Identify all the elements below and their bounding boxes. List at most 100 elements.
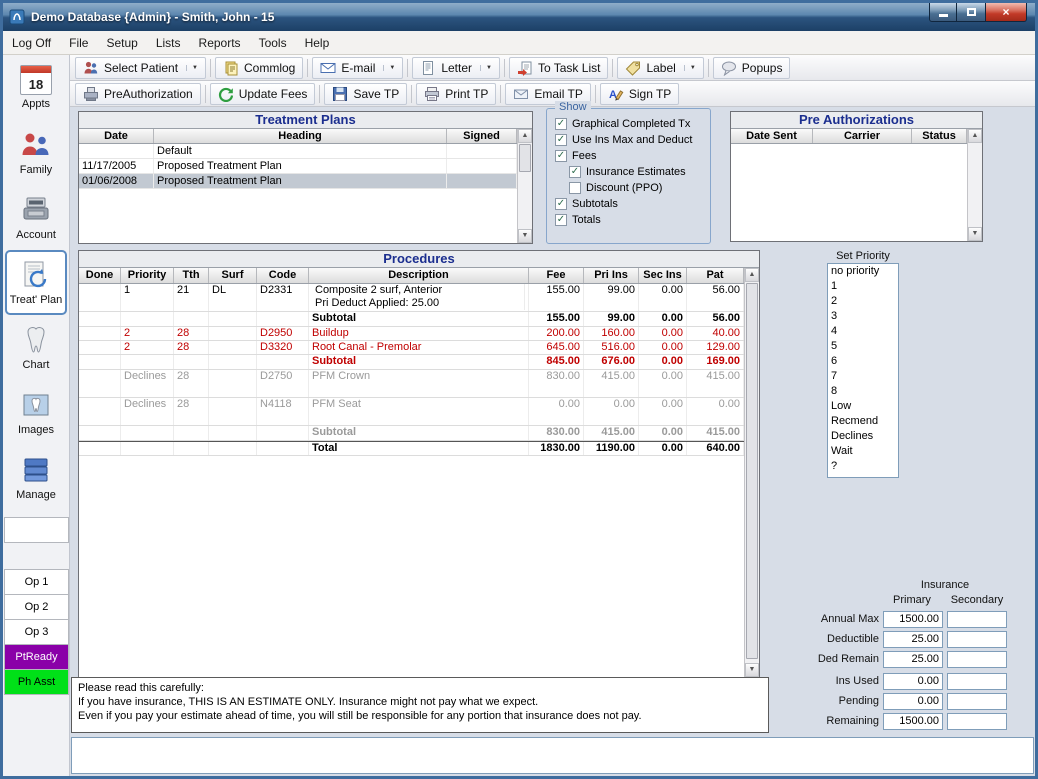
letter-button[interactable]: Letter ▼ [412,57,500,79]
menu-item-file[interactable]: File [60,33,97,53]
menu-item-tools[interactable]: Tools [250,33,296,53]
scrollbar[interactable]: ▲ ▼ [967,129,982,241]
procedure-row[interactable]: 2 28 D3320 Root Canal - Premolar 645.00 … [79,341,744,355]
chevron-down-icon[interactable]: ▼ [684,65,696,71]
ded-remain-secondary-field[interactable] [947,651,1007,668]
column-header[interactable]: Priority [121,268,174,283]
procedure-row[interactable]: 1 21 DL D2331 Composite 2 surf, Anterior… [79,284,744,312]
op-button-1[interactable]: Op 1 [4,569,69,595]
column-header[interactable]: Sec Ins [639,268,687,283]
deductible-primary-field[interactable]: 25.00 [883,631,943,648]
maximize-button[interactable] [957,3,985,22]
sidebar-item-manage[interactable]: Manage [5,445,67,510]
checkbox-discount-ppo[interactable]: Discount (PPO) [569,180,710,196]
checkbox-graphical-completed-tx[interactable]: ✓ Graphical Completed Tx [555,116,710,132]
column-header[interactable]: Description [309,268,529,283]
scroll-thumb[interactable] [746,283,758,659]
priority-option[interactable]: 4 [828,324,898,339]
treatment-plan-row-selected[interactable]: 01/06/2008 Proposed Treatment Plan [79,174,517,189]
ins-used-primary-field[interactable]: 0.00 [883,673,943,690]
label-button[interactable]: Label ▼ [617,57,703,79]
column-header[interactable]: Pri Ins [584,268,639,283]
priority-option[interactable]: Low [828,399,898,414]
scroll-thumb[interactable] [519,144,531,172]
checkbox-insurance-estimates[interactable]: ✓ Insurance Estimates [569,164,710,180]
annual-max-primary-field[interactable]: 1500.00 [883,611,943,628]
chevron-down-icon[interactable]: ▼ [383,65,395,71]
procedure-row[interactable]: Declines 28 N4118 PFM Seat 0.00 0.00 0.0… [79,398,744,426]
priority-option[interactable]: 7 [828,369,898,384]
sidebar-item-appts[interactable]: 18 Appts [5,55,67,120]
select-patient-button[interactable]: Select Patient ▼ [75,57,206,79]
priority-option[interactable]: Wait [828,444,898,459]
checkbox-fees[interactable]: ✓ Fees [555,148,710,164]
priority-option[interactable]: ? [828,459,898,474]
column-header[interactable]: Signed [447,129,517,143]
commlog-button[interactable]: Commlog [215,57,303,79]
priority-option[interactable]: Recmend [828,414,898,429]
checkbox-subtotals[interactable]: ✓ Subtotals [555,196,710,212]
priority-option[interactable]: no priority [828,264,898,279]
scroll-down-icon[interactable]: ▼ [518,229,532,243]
print-tp-button[interactable]: Print TP [416,83,496,105]
sign-tp-button[interactable]: A Sign TP [600,83,679,105]
procedure-row[interactable]: 2 28 D2950 Buildup 200.00 160.00 0.00 40… [79,327,744,341]
scroll-up-icon[interactable]: ▲ [968,129,982,143]
sidebar-item-account[interactable]: Account [5,185,67,250]
close-button[interactable]: × [985,3,1027,22]
priority-option[interactable]: Declines [828,429,898,444]
deductible-secondary-field[interactable] [947,631,1007,648]
scrollbar[interactable]: ▲ ▼ [517,129,532,243]
remaining-primary-field[interactable]: 1500.00 [883,713,943,730]
sidebar-item-chart[interactable]: Chart [5,315,67,380]
column-header[interactable]: Code [257,268,309,283]
column-header[interactable]: Heading [154,129,447,143]
column-header[interactable]: Carrier [813,129,912,143]
save-tp-button[interactable]: Save TP [324,83,407,105]
popups-button[interactable]: Popups [713,57,791,79]
ded-remain-primary-field[interactable]: 25.00 [883,651,943,668]
priority-option[interactable]: 6 [828,354,898,369]
scroll-up-icon[interactable]: ▲ [745,268,759,282]
priority-option[interactable]: 5 [828,339,898,354]
column-header[interactable]: Status [912,129,967,143]
sidebar-item-family[interactable]: Family [5,120,67,185]
procedure-row[interactable]: Declines 28 D2750 PFM Crown 830.00 415.0… [79,370,744,398]
column-header[interactable]: Fee [529,268,584,283]
to-task-list-button[interactable]: To Task List [509,57,608,79]
priority-option[interactable]: 1 [828,279,898,294]
priority-option[interactable]: 2 [828,294,898,309]
column-header[interactable]: Date [79,129,154,143]
column-header[interactable]: Pat [687,268,744,283]
chevron-down-icon[interactable]: ▼ [480,65,492,71]
checkbox-totals[interactable]: ✓ Totals [555,212,710,228]
set-priority-list[interactable]: no priority 1 2 3 4 5 6 7 8 Low Recmend … [827,263,899,478]
menu-item-setup[interactable]: Setup [97,33,146,53]
scroll-up-icon[interactable]: ▲ [518,129,532,143]
scrollbar[interactable]: ▲ ▼ [744,268,759,677]
column-header[interactable]: Tth [174,268,209,283]
plan-note-input[interactable] [71,737,1034,774]
scroll-down-icon[interactable]: ▼ [745,663,759,677]
chevron-down-icon[interactable]: ▼ [186,65,198,71]
priority-option[interactable]: 8 [828,384,898,399]
op-button-3[interactable]: Op 3 [4,619,69,645]
remaining-secondary-field[interactable] [947,713,1007,730]
preauthorization-button[interactable]: PreAuthorization [75,83,201,105]
menu-item-help[interactable]: Help [296,33,339,53]
status-ptready[interactable]: PtReady [4,644,69,670]
sidebar-item-images[interactable]: Images [5,380,67,445]
minimize-button[interactable] [929,3,957,22]
pending-primary-field[interactable]: 0.00 [883,693,943,710]
ins-used-secondary-field[interactable] [947,673,1007,690]
status-ph-asst[interactable]: Ph Asst [4,669,69,695]
annual-max-secondary-field[interactable] [947,611,1007,628]
column-header[interactable]: Done [79,268,121,283]
update-fees-button[interactable]: Update Fees [210,83,316,105]
menu-item-lists[interactable]: Lists [147,33,190,53]
checkbox-use-ins-max-and-deduct[interactable]: ✓ Use Ins Max and Deduct [555,132,710,148]
priority-option[interactable]: 3 [828,309,898,324]
treatment-plan-row[interactable]: 11/17/2005 Proposed Treatment Plan [79,159,517,174]
email-button[interactable]: E-mail ▼ [312,57,403,79]
column-header[interactable]: Date Sent [731,129,813,143]
